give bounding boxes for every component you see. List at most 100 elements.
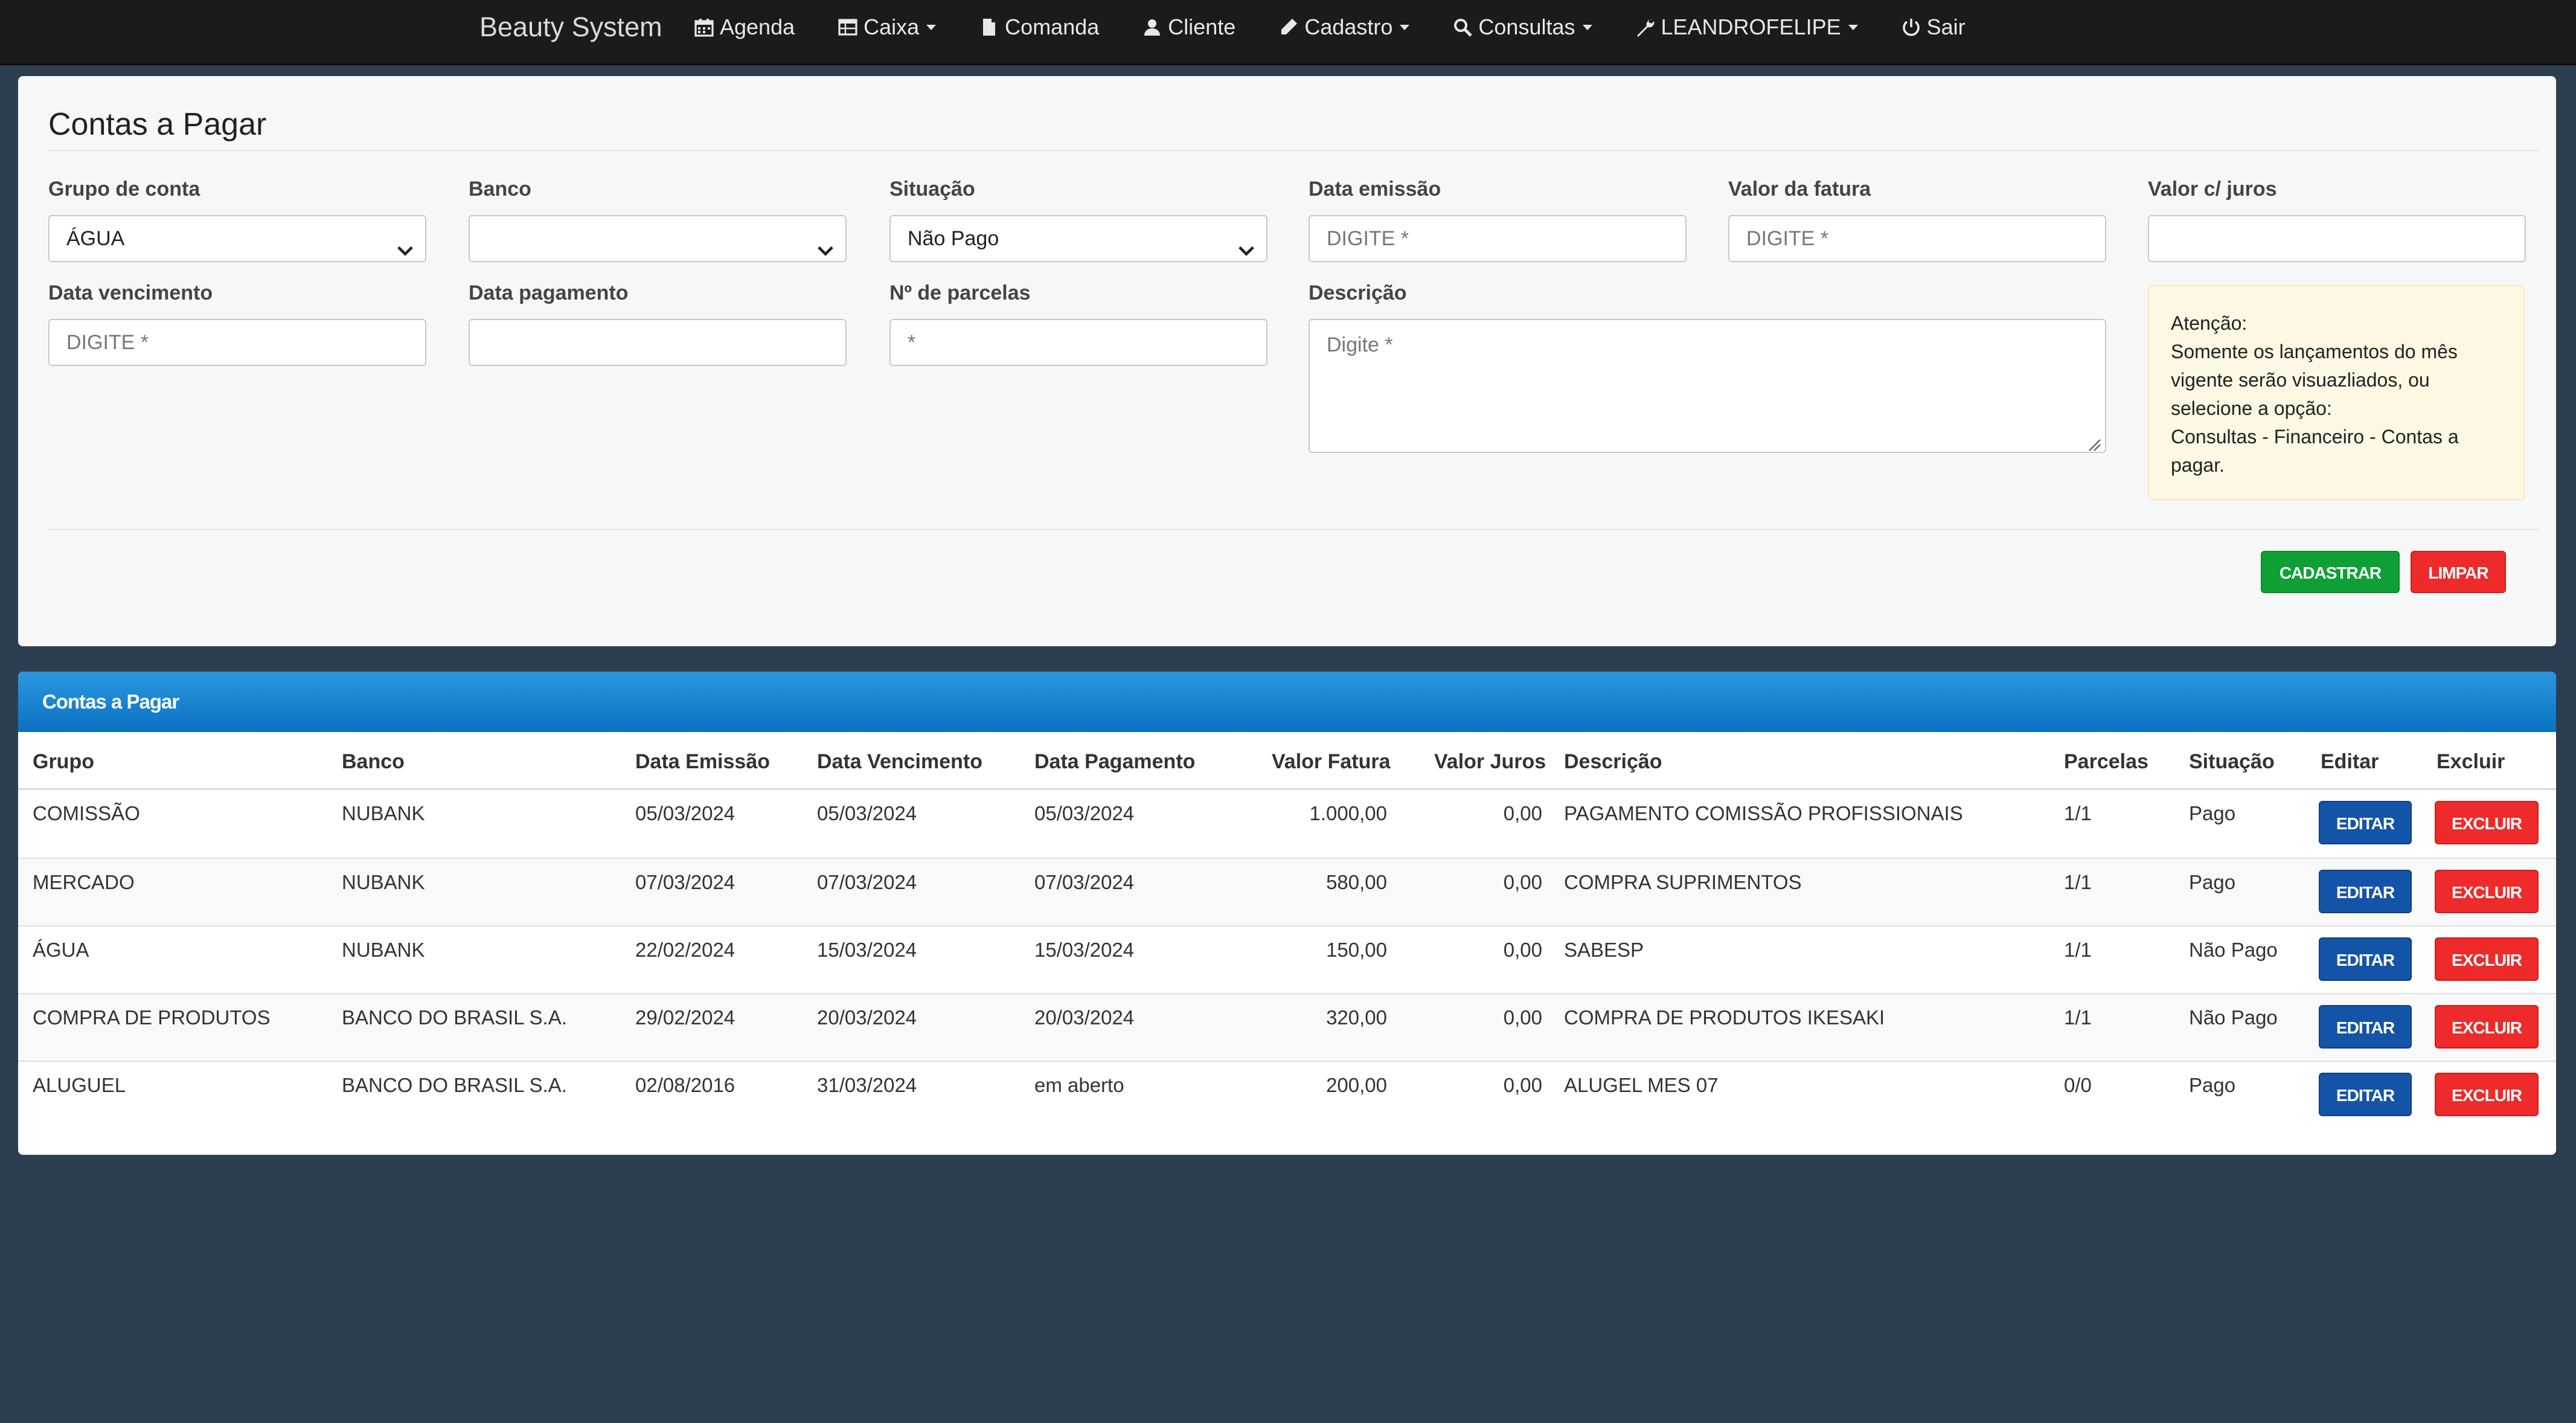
banco-label: Banco — [469, 178, 531, 201]
alert-line: Somente os lançamentos do mês — [2171, 341, 2458, 362]
chevron-down-icon — [816, 231, 835, 256]
edit-button[interactable]: EDITAR — [2319, 1005, 2412, 1049]
cell-emissao: 05/03/2024 — [635, 802, 735, 824]
cell-banco: NUBANK — [342, 871, 425, 893]
col-banco: Banco — [342, 750, 405, 773]
cell-emissao: 07/03/2024 — [635, 871, 735, 893]
nav-caixa-label: Caixa — [863, 14, 920, 39]
limpar-button[interactable]: LIMPAR — [2411, 551, 2506, 593]
divider — [48, 529, 2539, 530]
chevron-down-icon — [1582, 24, 1592, 30]
cell-vencimento: 07/03/2024 — [817, 871, 917, 893]
vencimento-placeholder: DIGITE * — [66, 331, 149, 354]
grupo-select[interactable]: ÁGUA — [48, 215, 426, 262]
pagamento-label: Data pagamento — [469, 281, 629, 304]
cell-pagamento: 15/03/2024 — [1034, 939, 1135, 961]
cell-situacao: Pago — [2189, 1074, 2236, 1096]
edit-button[interactable]: EDITAR — [2319, 801, 2412, 844]
situacao-select[interactable]: Não Pago — [889, 215, 1267, 262]
cell-descricao: SABESP — [1564, 939, 1644, 961]
cell-descricao: ALUGEL MES 07 — [1564, 1074, 1719, 1096]
nav-agenda-label: Agenda — [720, 14, 795, 39]
juros-label: Valor c/ juros — [2148, 178, 2277, 201]
brand-link[interactable]: Beauty System — [479, 0, 662, 54]
cadastrar-button[interactable]: CADASTRAR — [2261, 551, 2400, 593]
nav-consultas[interactable]: Consultas — [1452, 14, 1592, 40]
vencimento-input[interactable]: DIGITE * — [48, 319, 426, 366]
col-parcelas: Parcelas — [2064, 750, 2148, 773]
juros-input[interactable] — [2148, 215, 2526, 262]
cell-valor: 580,00 — [1326, 871, 1387, 893]
nav-comanda[interactable]: Comanda — [978, 14, 1099, 40]
cell-grupo: COMISSÃO — [33, 802, 140, 824]
parcelas-placeholder: * — [908, 331, 916, 354]
grupo-label: Grupo de conta — [48, 178, 200, 201]
emissao-placeholder: DIGITE * — [1327, 227, 1409, 250]
cell-descricao: COMPRA DE PRODUTOS IKESAKI — [1564, 1006, 1885, 1029]
delete-button[interactable]: EXCLUIR — [2435, 937, 2539, 981]
cell-valor: 320,00 — [1326, 1006, 1387, 1029]
edit-button[interactable]: EDITAR — [2319, 1073, 2412, 1116]
cell-banco: NUBANK — [342, 939, 425, 961]
chevron-down-icon — [1237, 231, 1255, 256]
col-situacao: Situação — [2189, 750, 2275, 773]
nav-user-label: LEANDROFELIPE — [1661, 14, 1841, 39]
pagamento-input[interactable] — [469, 319, 847, 366]
col-emissao: Data Emissão — [635, 750, 770, 773]
file-icon — [978, 16, 1000, 38]
warning-alert: Atenção: Somente os lançamentos do mês v… — [2148, 285, 2525, 500]
descricao-textarea[interactable]: Digite * — [1309, 319, 2106, 453]
form-panel: Contas a Pagar Grupo de conta ÁGUA Banco… — [18, 76, 2556, 646]
chevron-down-icon — [1848, 24, 1858, 30]
parcelas-label: Nº de parcelas — [889, 281, 1031, 304]
col-pagamento: Data Pagamento — [1034, 750, 1196, 773]
nav-user[interactable]: LEANDROFELIPE — [1635, 14, 1858, 40]
alert-line: pagar. — [2171, 454, 2225, 476]
cell-banco: BANCO DO BRASIL S.A. — [342, 1006, 567, 1029]
nav-caixa[interactable]: Caixa — [837, 14, 937, 40]
table-row: MERCADO NUBANK 07/03/2024 07/03/2024 07/… — [18, 859, 2556, 927]
parcelas-input[interactable]: * — [889, 319, 1267, 366]
emissao-label: Data emissão — [1309, 178, 1441, 201]
chevron-down-icon — [396, 231, 414, 256]
cell-juros: 0,00 — [1503, 939, 1542, 961]
cell-grupo: ÁGUA — [33, 939, 89, 961]
descricao-label: Descrição — [1309, 281, 1407, 304]
cell-juros: 0,00 — [1503, 871, 1542, 893]
vencimento-label: Data vencimento — [48, 281, 213, 304]
col-descricao: Descrição — [1564, 750, 1662, 773]
delete-button[interactable]: EXCLUIR — [2435, 1073, 2539, 1116]
nav-menu: Agenda Caixa Comanda Cliente Cadastro Co… — [693, 0, 2008, 54]
resize-grip-icon[interactable] — [2087, 434, 2101, 451]
alert-line: selecione a opção: — [2171, 397, 2332, 419]
top-navbar: Beauty System Agenda Caixa Comanda Clien… — [0, 0, 2576, 65]
banco-select[interactable] — [469, 215, 847, 262]
cell-parcelas: 1/1 — [2064, 802, 2092, 824]
cell-parcelas: 1/1 — [2064, 939, 2092, 961]
cell-banco: BANCO DO BRASIL S.A. — [342, 1074, 567, 1096]
cell-situacao: Pago — [2189, 802, 2236, 824]
edit-button[interactable]: EDITAR — [2319, 870, 2412, 913]
nav-comanda-label: Comanda — [1005, 14, 1100, 39]
cell-situacao: Não Pago — [2189, 939, 2278, 961]
delete-button[interactable]: EXCLUIR — [2435, 870, 2539, 913]
table-row: ALUGUEL BANCO DO BRASIL S.A. 02/08/2016 … — [18, 1062, 2556, 1129]
valor-placeholder: DIGITE * — [1746, 227, 1829, 250]
delete-button[interactable]: EXCLUIR — [2435, 801, 2539, 844]
nav-cliente[interactable]: Cliente — [1141, 14, 1235, 40]
edit-button[interactable]: EDITAR — [2319, 937, 2412, 981]
cell-parcelas: 1/1 — [2064, 1006, 2092, 1029]
nav-sair[interactable]: Sair — [1900, 14, 1966, 40]
delete-button[interactable]: EXCLUIR — [2435, 1005, 2539, 1049]
chevron-down-icon — [1400, 24, 1410, 30]
emissao-input[interactable]: DIGITE * — [1309, 215, 1687, 262]
nav-cadastro[interactable]: Cadastro — [1278, 14, 1410, 40]
cell-vencimento: 31/03/2024 — [817, 1074, 917, 1096]
cell-descricao: COMPRA SUPRIMENTOS — [1564, 871, 1802, 893]
valor-input[interactable]: DIGITE * — [1728, 215, 2106, 262]
col-vencimento: Data Vencimento — [817, 750, 982, 773]
col-grupo: Grupo — [33, 750, 94, 773]
nav-agenda[interactable]: Agenda — [693, 14, 795, 40]
chevron-down-icon — [926, 24, 937, 30]
table-panel: Contas a Pagar Grupo Banco Data Emissão … — [18, 672, 2556, 1155]
